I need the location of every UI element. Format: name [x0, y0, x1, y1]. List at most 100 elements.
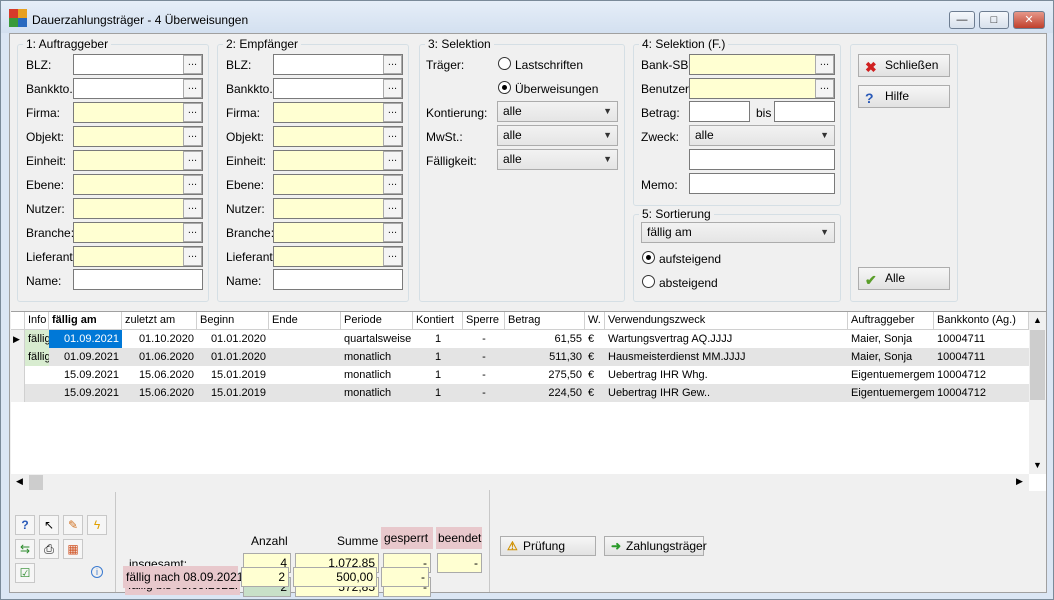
ag-einheit-lookup-button[interactable]: ...: [183, 151, 202, 170]
em-lieferant-lookup-button[interactable]: ...: [383, 247, 402, 266]
refresh-icon[interactable]: ⇆: [15, 539, 35, 559]
column-header[interactable]: Bankkonto (Ag.): [934, 312, 1029, 330]
ag-blz-lookup-button[interactable]: ...: [183, 55, 202, 74]
em-nutzer-lookup-button[interactable]: ...: [383, 199, 402, 218]
table-row[interactable]: ▶ fällig 01.09.2021 01.10.2020 01.01.2020 qua…: [11, 330, 1029, 348]
radio-aufsteigend[interactable]: [642, 251, 655, 264]
em-einheit-lookup-button[interactable]: ...: [383, 151, 402, 170]
em-blz-lookup-button[interactable]: ...: [383, 55, 402, 74]
maximize-button[interactable]: □: [979, 11, 1009, 29]
info-icon[interactable]: i: [91, 566, 103, 578]
table-row[interactable]: 15.09.2021 15.06.2020 15.01.2019 monatlich 1…: [11, 366, 1029, 384]
help-icon[interactable]: ?: [15, 515, 35, 535]
radio-ueberweisungen-label[interactable]: Überweisungen: [515, 82, 598, 96]
faellig-nach-gesperrt: -: [381, 567, 429, 587]
printer-icon[interactable]: ⎙: [39, 539, 59, 559]
faelligkeit-select[interactable]: alle ▼: [497, 149, 618, 170]
ag-bankkto-lookup-button[interactable]: ...: [183, 79, 202, 98]
column-header[interactable]: Ende: [269, 312, 341, 330]
scroll-left-icon[interactable]: ◀: [16, 476, 23, 487]
radio-absteigend[interactable]: [642, 275, 655, 288]
minimize-button[interactable]: —: [949, 11, 975, 29]
hscroll-thumb[interactable]: [29, 475, 43, 490]
kontierung-select[interactable]: alle ▼: [497, 101, 618, 122]
banksb-field[interactable]: [689, 54, 835, 75]
em-firma-label: Firma:: [226, 106, 260, 120]
column-header[interactable]: Verwendungszweck: [605, 312, 848, 330]
zahlungstraeger-button[interactable]: ➜ Zahlungsträger: [604, 536, 707, 556]
ag-branche-lookup-button[interactable]: ...: [183, 223, 202, 242]
em-firma-lookup-button[interactable]: ...: [383, 103, 402, 122]
column-header[interactable]: Betrag: [505, 312, 585, 330]
ag-lieferant-lookup-button[interactable]: ...: [183, 247, 202, 266]
selektion-legend: 3: Selektion: [425, 37, 494, 51]
table-cell: monatlich: [344, 387, 392, 399]
betrag-from-field[interactable]: [689, 101, 750, 122]
ag-name-field[interactable]: [73, 269, 203, 290]
table-cell: -: [482, 351, 486, 363]
ag-ebene-lookup-button[interactable]: ...: [183, 175, 202, 194]
radio-absteigend-label[interactable]: absteigend: [659, 276, 718, 290]
sortierung-select[interactable]: fällig am ▼: [641, 222, 835, 243]
column-header[interactable]: Info: [25, 312, 49, 330]
benutzer-lookup-button[interactable]: ...: [815, 79, 834, 98]
radio-lastschriften[interactable]: [498, 57, 511, 70]
ag-objekt-lookup-button[interactable]: ...: [183, 127, 202, 146]
radio-ueberweisungen[interactable]: [498, 81, 511, 94]
ag-nutzer-lookup-button[interactable]: ...: [183, 199, 202, 218]
row-indicator[interactable]: ▶: [11, 330, 25, 348]
em-nutzer-label: Nutzer:: [226, 202, 265, 216]
banksb-lookup-button[interactable]: ...: [815, 55, 834, 74]
column-header[interactable]: Periode: [341, 312, 413, 330]
pointer-icon[interactable]: ↖: [39, 515, 59, 535]
scroll-right-icon[interactable]: ▶: [1016, 476, 1023, 487]
hilfe-button[interactable]: ? Hilfe: [858, 85, 950, 108]
em-name-field[interactable]: [273, 269, 403, 290]
column-header[interactable]: zuletzt am: [122, 312, 197, 330]
memo-field[interactable]: [689, 173, 835, 194]
divider: [489, 490, 490, 592]
scroll-down-icon[interactable]: ▼: [1033, 460, 1042, 470]
checkbox-icon[interactable]: ☑: [15, 563, 35, 583]
scroll-up-icon[interactable]: ▲: [1033, 315, 1042, 325]
mwst-select[interactable]: alle ▼: [497, 125, 618, 146]
row-indicator[interactable]: [11, 384, 25, 402]
em-bankkto-lookup-button[interactable]: ...: [383, 79, 402, 98]
column-header[interactable]: Kontiert: [413, 312, 463, 330]
column-header[interactable]: W.: [585, 312, 605, 330]
row-indicator[interactable]: [11, 366, 25, 384]
ag-nutzer-label: Nutzer:: [26, 202, 65, 216]
scroll-thumb[interactable]: [1030, 330, 1045, 400]
vertical-scrollbar[interactable]: ▲ ▼: [1029, 312, 1046, 474]
radio-aufsteigend-label[interactable]: aufsteigend: [659, 252, 721, 266]
horizontal-scrollbar[interactable]: ◀ ▶: [11, 474, 1029, 491]
em-branche-lookup-button[interactable]: ...: [383, 223, 402, 242]
bis-label: bis: [756, 106, 772, 120]
radio-lastschriften-label[interactable]: Lastschriften: [515, 58, 583, 72]
grid-icon[interactable]: ▦: [63, 539, 83, 559]
column-header[interactable]: Sperre: [463, 312, 505, 330]
alle-button[interactable]: ✔ Alle: [858, 267, 950, 290]
benutzer-field[interactable]: [689, 78, 835, 99]
transfers-table[interactable]: Info fällig am zuletzt am Beginn Ende Periode…: [11, 311, 1046, 491]
zweck-select[interactable]: alle ▼: [689, 125, 835, 146]
hilfe-label: Hilfe: [885, 89, 910, 103]
ag-firma-lookup-button[interactable]: ...: [183, 103, 202, 122]
table-row[interactable]: fällig 01.09.2021 01.06.2020 01.01.2020 mona…: [11, 348, 1029, 366]
zweck-text-field[interactable]: [689, 149, 835, 170]
column-header[interactable]: fällig am: [49, 312, 122, 330]
column-header[interactable]: Beginn: [197, 312, 269, 330]
table-cell: 1: [434, 369, 442, 381]
row-indicator[interactable]: [11, 348, 25, 366]
column-header[interactable]: Auftraggeber: [848, 312, 934, 330]
pencil-icon[interactable]: ✎: [63, 515, 83, 535]
table-row[interactable]: 15.09.2021 15.06.2020 15.01.2019 monatlich 1…: [11, 384, 1029, 402]
em-ebene-lookup-button[interactable]: ...: [383, 175, 402, 194]
pruefung-button[interactable]: ⚠ Prüfung: [500, 536, 596, 556]
close-window-button[interactable]: ✕: [1013, 11, 1045, 29]
betrag-to-field[interactable]: [774, 101, 835, 122]
lightning-icon[interactable]: ϟ: [87, 515, 107, 535]
schliessen-button[interactable]: ✖ Schließen: [858, 54, 950, 77]
em-objekt-lookup-button[interactable]: ...: [383, 127, 402, 146]
table-cell: 15.09.2021: [63, 387, 119, 399]
